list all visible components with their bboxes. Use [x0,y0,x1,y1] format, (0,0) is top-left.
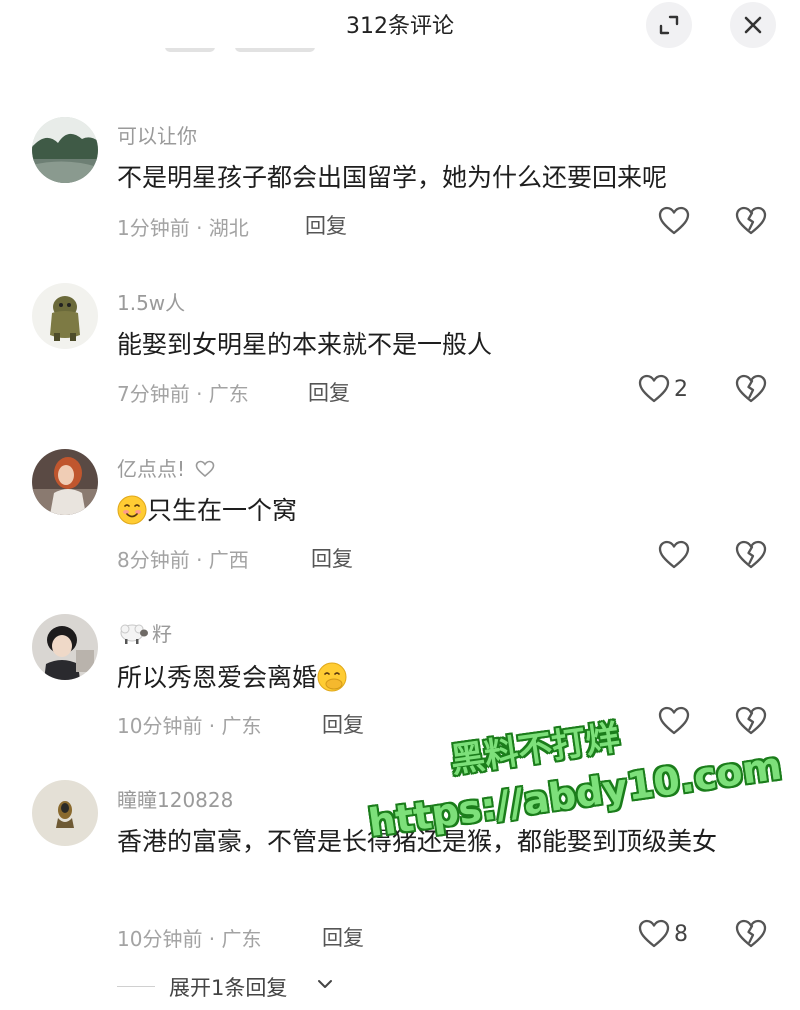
broken-heart-icon [735,919,767,948]
comment-username[interactable]: 可以让你 [117,120,197,149]
broken-heart-icon [735,706,767,735]
heart-outline-icon [196,460,215,478]
reply-button[interactable]: 回复 [308,377,350,407]
expand-icon [659,15,679,35]
dislike-button[interactable] [735,374,767,408]
heart-icon [658,540,690,569]
broken-heart-icon [735,540,767,569]
close-button[interactable] [730,2,776,48]
avatar[interactable] [32,614,98,680]
broken-heart-icon [735,206,767,235]
comment-text: 不是明星孩子都会出国留学，她为什么还要回来呢 [117,163,668,192]
heart-icon [658,206,690,235]
heart-icon [638,919,670,948]
heart-icon [638,374,670,403]
comment-text-content: 所以秀恩爱会离婚 [117,663,318,692]
avatar[interactable] [32,117,98,183]
comment-meta: 7分钟前 · 广东 [117,382,249,406]
comment-username[interactable]: 亿点点! [117,453,215,482]
avatar[interactable] [32,780,98,846]
comment-text: 只生在一个窝 [117,489,777,533]
smiling-face-emoji [117,495,147,525]
comment-meta: 10分钟前 · 广东 [117,927,262,951]
dislike-button[interactable] [735,919,767,953]
sheep-emoji [120,624,148,644]
expand-replies-button[interactable]: 展开1条回复 [117,966,357,1006]
expand-divider [117,986,155,987]
comments-header: 312条评论 [0,0,800,52]
expand-button[interactable] [646,2,692,48]
expand-replies-label: 展开1条回复 [169,976,288,1000]
close-icon [744,16,762,34]
like-count: 2 [674,376,688,402]
like-button[interactable] [658,540,694,570]
dislike-button[interactable] [735,540,767,574]
comment-username[interactable]: 瞳瞳120828 [117,784,233,813]
chevron-down-icon [318,980,332,988]
like-button[interactable]: 2 [638,374,688,404]
comment-username[interactable]: 籽 [117,618,172,647]
hand-over-mouth-emoji [317,662,347,692]
comment-text: 能娶到女明星的本来就不是一般人 [117,330,493,359]
username-text: 籽 [152,622,172,646]
username-text: 亿点点! [117,457,186,481]
comment-meta: 1分钟前 · 湖北 [117,216,249,240]
comment-meta: 10分钟前 · 广东 [117,714,262,738]
previous-comment-fade [165,48,325,60]
like-button[interactable] [658,206,694,236]
comment-username[interactable]: 1.5w人 [117,287,185,316]
reply-button[interactable]: 回复 [305,210,347,240]
dislike-button[interactable] [735,206,767,240]
comment-meta: 8分钟前 · 广西 [117,548,249,572]
broken-heart-icon [735,374,767,403]
reply-button[interactable]: 回复 [322,709,364,739]
avatar[interactable] [32,283,98,349]
avatar[interactable] [32,449,98,515]
comment-text: 所以秀恩爱会离婚 [117,656,777,700]
reply-button[interactable]: 回复 [311,543,353,573]
like-count: 8 [674,921,688,947]
reply-button[interactable]: 回复 [322,922,364,952]
like-button[interactable]: 8 [638,919,688,949]
comment-text-content: 只生在一个窝 [147,496,298,525]
